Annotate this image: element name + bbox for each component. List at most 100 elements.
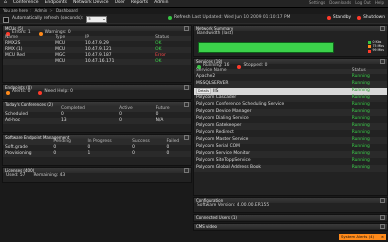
service-name: Polycom Gatekeeper	[194, 123, 350, 130]
todays-conferences-table: Completed Active Future Scheduled 0 0 0 …	[3, 107, 191, 124]
refresh-button[interactable]: Refresh	[168, 15, 191, 21]
software-version: Software Version: 4.00.00.ER155	[197, 202, 270, 208]
legend-2: 99 Mbs	[372, 48, 384, 53]
table-row[interactable]: Polycom Redirect Running	[194, 130, 387, 137]
service-status: Running	[349, 88, 387, 95]
bandwidth-label: Bandwidth (last)	[197, 30, 234, 36]
table-row[interactable]: Polycom Cascader Running	[194, 95, 387, 102]
panel-collapse-icon[interactable]	[380, 215, 385, 220]
bandwidth-bar	[198, 42, 334, 53]
cms-video-header[interactable]: CMS video	[194, 224, 387, 229]
service-status: Running	[349, 165, 387, 172]
breadcrumb-dashboard: Dashboard	[55, 8, 78, 13]
table-row[interactable]: Polycom Global Address Book Running	[194, 165, 387, 172]
table-row[interactable]: Polycom Conference Scheduling Service Run…	[194, 102, 387, 109]
table-row[interactable]: Polycom Device Manager Running	[194, 109, 387, 116]
connected-users-panel: Connected Users (1)	[193, 214, 388, 222]
services-table: Service Name Status Apache2 Running MSSQL…	[194, 69, 387, 172]
licenses-title: Licenses (400)	[5, 167, 35, 173]
shutdown-button[interactable]: Shutdown	[357, 14, 385, 20]
panel-collapse-icon[interactable]	[380, 26, 385, 31]
service-status: Running	[351, 158, 370, 164]
table-row[interactable]: Polycom Master Service Running	[194, 137, 387, 144]
standby-label: Standby	[332, 14, 352, 20]
table-row[interactable]: MCU 10.47.16.171 OK	[3, 59, 191, 65]
mcus-table: Name Type IP Status RMX2S MCU 10.47.9.29…	[3, 36, 191, 65]
table-row[interactable]: Polycom SiteToppService Running	[194, 158, 387, 165]
configuration-title: Configuration	[196, 197, 224, 203]
service-name-text: IIS	[213, 89, 219, 95]
panel-collapse-icon[interactable]	[380, 198, 385, 203]
network-summary-panel: Network Summary Bandwidth (last) 0 Kbs 7…	[193, 25, 388, 57]
panel-collapse-icon[interactable]	[184, 102, 189, 107]
panel-collapse-icon[interactable]	[380, 224, 385, 229]
downloads-link[interactable]: Downloads	[329, 1, 351, 5]
standby-icon	[326, 15, 331, 20]
service-status: Running	[351, 116, 370, 122]
endpoints-alerts: Alerts: 0	[12, 89, 31, 95]
menu-network-device[interactable]: Network Device	[73, 1, 109, 6]
panel-collapse-icon[interactable]	[380, 59, 385, 64]
software-endpoint-panel: Software Endpoint Management Pending In …	[2, 134, 192, 166]
service-name: Polycom SiteToppService	[196, 158, 251, 164]
active-value: 0	[117, 118, 154, 124]
menu-admin[interactable]: Admin	[154, 1, 168, 6]
legend-swatch-orange	[368, 45, 372, 49]
service-name: MSSQLSERVER	[194, 81, 350, 88]
home-icon[interactable]: ⌂	[4, 1, 7, 6]
menu-endpoints[interactable]: Endpoints	[45, 1, 67, 6]
service-name: Polycom Device Manager	[194, 109, 350, 116]
service-name: Polycom Service Monitor	[194, 151, 350, 158]
table-row[interactable]: Apache2 Running	[194, 74, 387, 81]
panel-collapse-icon[interactable]	[184, 135, 189, 140]
bandwidth-legend: 0 Kbs 75 Mbs 99 Mbs	[368, 40, 384, 54]
table-row[interactable]: Polycom Serial COM Running	[194, 144, 387, 151]
breadcrumb-prefix: You are here	[3, 8, 28, 13]
service-status: Running	[351, 130, 370, 136]
close-icon[interactable]: ×	[381, 235, 384, 239]
menu-reports[interactable]: Reports	[131, 1, 148, 6]
todays-conferences-panel: Today's Conferences (2) Completed Active…	[2, 101, 192, 133]
stopped-icon	[237, 64, 242, 69]
panel-collapse-icon[interactable]	[184, 85, 189, 90]
refresh-interval-select[interactable]: 5	[86, 16, 108, 23]
auto-refresh-checkbox[interactable]	[3, 16, 9, 23]
row-label: Provisioning	[3, 151, 52, 157]
auto-refresh-label: Automatically refresh (seconds):	[12, 16, 84, 22]
menu-conference[interactable]: Conference	[13, 1, 39, 6]
table-row[interactable]: Polycom Service Monitor Running	[194, 151, 387, 158]
todays-conferences-title: Today's Conferences (2)	[5, 101, 53, 107]
service-status: Running	[349, 109, 387, 116]
help-link[interactable]: Help	[375, 1, 384, 5]
table-row-highlighted[interactable]: Details IIS Running	[194, 88, 387, 95]
in-progress-value: 1	[85, 151, 131, 157]
service-status: Running	[349, 95, 387, 102]
logout-link[interactable]: Log Out	[355, 1, 371, 5]
table-row[interactable]: Polycom Dialing Service Running	[194, 116, 387, 123]
connected-users-header[interactable]: Connected Users (1)	[194, 215, 387, 220]
menu-user[interactable]: User	[115, 1, 125, 6]
services-stopped: Stopped: 0	[243, 63, 268, 69]
table-row[interactable]: Polycom Gatekeeper Running	[194, 123, 387, 130]
table-row[interactable]: MSSQLSERVER Running	[194, 81, 387, 88]
main-menu: ⌂ Conference Endpoints Network Device Us…	[4, 1, 168, 6]
future-value: N/A	[153, 118, 191, 124]
service-name: Details IIS	[194, 88, 350, 95]
service-status: Running	[349, 81, 387, 88]
service-status: Running	[351, 144, 370, 150]
details-chip[interactable]: Details	[196, 88, 212, 95]
software-endpoint-table: Pending In Progress Success Failed Soft.…	[3, 140, 191, 157]
breadcrumb-admin[interactable]: Admin	[35, 8, 48, 13]
cms-video-panel: CMS video	[193, 223, 388, 231]
configuration-panel: Configuration Software Version: 4.00.00.…	[193, 197, 388, 213]
shutdown-label: Shutdown	[363, 14, 385, 20]
settings-link[interactable]: Settings	[309, 1, 325, 5]
refresh-icon	[168, 16, 172, 21]
system-alerts-toast[interactable]: System Alerts (4) ×	[339, 234, 386, 240]
standby-button[interactable]: Standby	[326, 14, 352, 20]
alert-icon	[6, 90, 10, 95]
mcu-status: OK	[153, 59, 191, 65]
panel-collapse-icon[interactable]	[184, 26, 189, 31]
panel-collapse-icon[interactable]	[184, 168, 189, 173]
row-label: Ad-hoc	[3, 118, 60, 124]
